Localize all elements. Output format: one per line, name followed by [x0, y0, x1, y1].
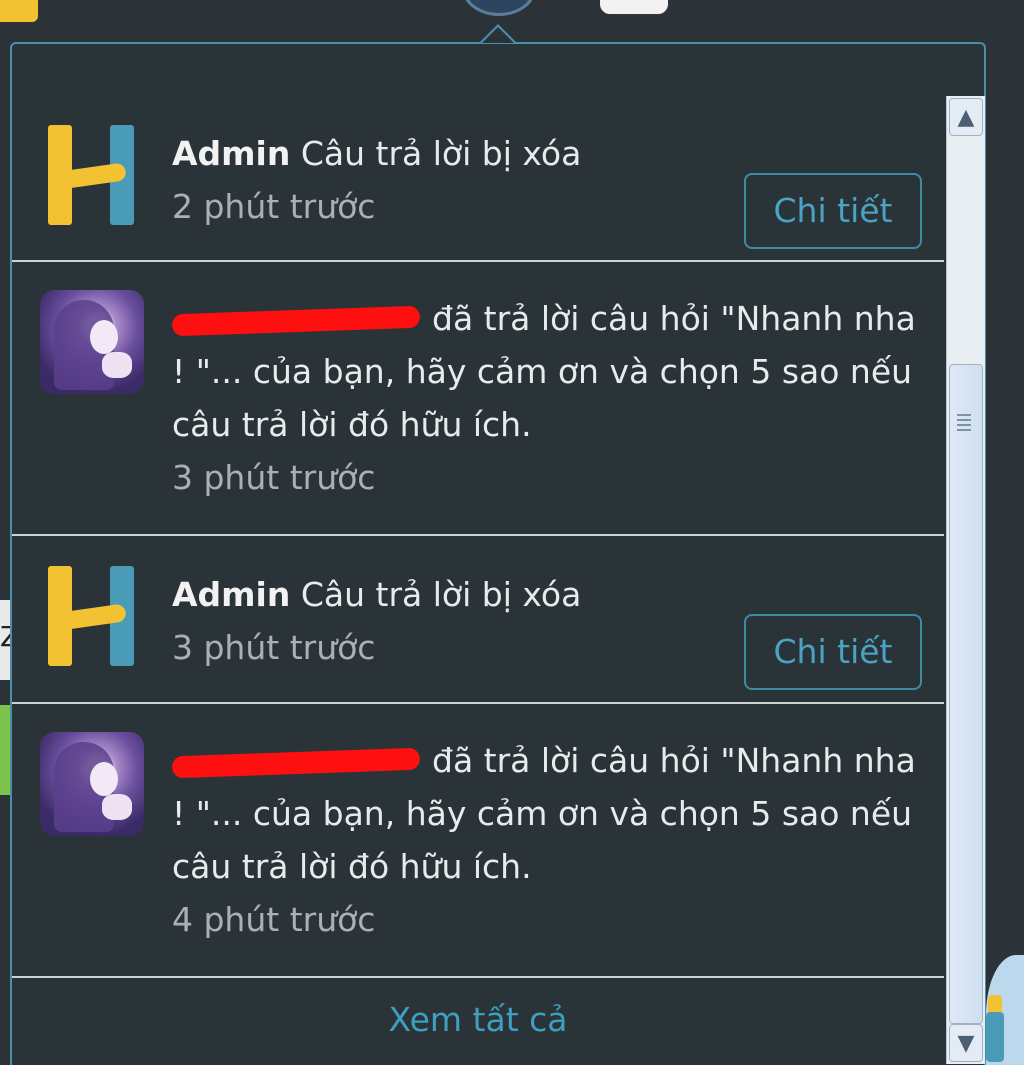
detail-button[interactable]: Chi tiết: [744, 173, 922, 249]
top-user-avatar-icon[interactable]: [462, 0, 536, 16]
notification-time: 2 phút trước: [172, 187, 376, 226]
notification-item[interactable]: đã trả lời câu hỏi "Nhanh nha ! "... của…: [12, 262, 944, 536]
h-logo-icon: [48, 566, 134, 666]
notification-item[interactable]: đã trả lời câu hỏi "Nhanh nha ! "... của…: [12, 704, 944, 978]
scroll-up-icon[interactable]: ▲: [949, 98, 983, 136]
page-logo-fragment: [0, 0, 38, 22]
notification-message: Câu trả lời bị xóa: [300, 134, 582, 173]
notification-item[interactable]: Admin Câu trả lời bị xóa 2 phút trước Ch…: [12, 95, 944, 262]
scrollbar[interactable]: ▲ ▼: [946, 96, 985, 1064]
redacted-username: [171, 747, 421, 778]
notifications-page: Z Admin Câu trả lời bị xóa 2 phút trước …: [0, 0, 1024, 1065]
see-all-link[interactable]: Xem tất cả: [12, 980, 944, 1060]
notification-time: 3 phút trước: [172, 628, 376, 667]
scroll-grip-icon: [957, 414, 971, 432]
notification-text: đã trả lời câu hỏi "Nhanh nha ! "... của…: [171, 292, 932, 504]
notification-time: 4 phút trước: [172, 900, 376, 939]
user-avatar-icon: [40, 732, 144, 836]
top-message-icon[interactable]: [598, 0, 670, 16]
notification-list: Admin Câu trả lời bị xóa 2 phút trước Ch…: [12, 95, 944, 978]
notification-text: đã trả lời câu hỏi "Nhanh nha ! "... của…: [171, 734, 932, 946]
notification-author: Admin: [172, 134, 291, 173]
notification-item[interactable]: Admin Câu trả lời bị xóa 3 phút trước Ch…: [12, 536, 944, 704]
redacted-username: [171, 305, 421, 336]
user-avatar-icon: [40, 290, 144, 394]
page-right-fragment-teal: [986, 1012, 1004, 1062]
detail-button[interactable]: Chi tiết: [744, 614, 922, 690]
scroll-thumb[interactable]: [949, 364, 983, 1024]
notification-message: Câu trả lời bị xóa: [300, 575, 582, 614]
h-logo-icon: [48, 125, 134, 225]
dropdown-caret-inner: [482, 27, 514, 43]
notification-author: Admin: [172, 575, 291, 614]
notification-time: 3 phút trước: [172, 458, 376, 497]
scroll-down-icon[interactable]: ▼: [949, 1024, 983, 1062]
